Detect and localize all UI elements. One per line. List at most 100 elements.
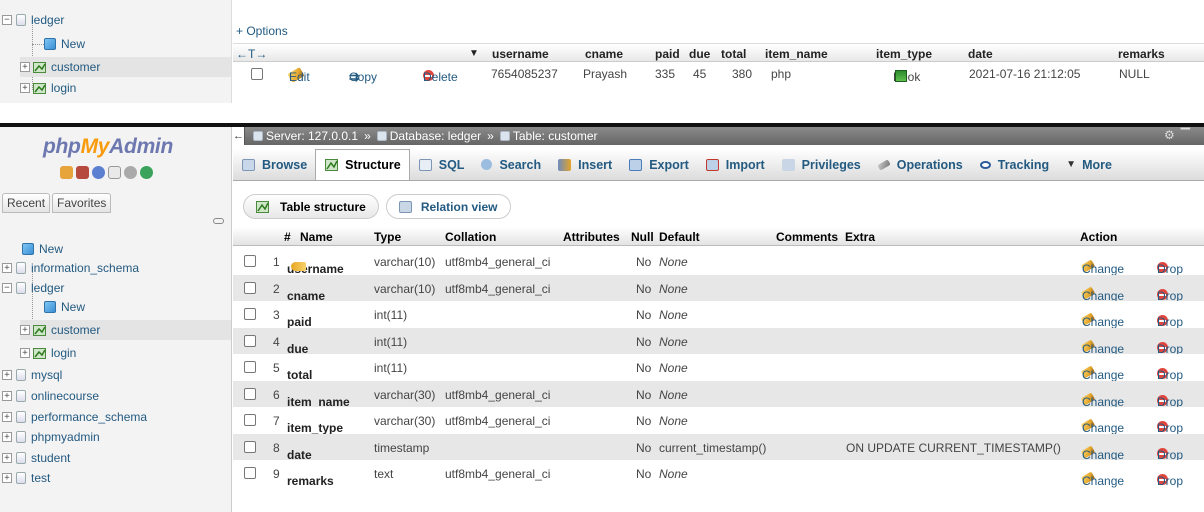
row-checkbox[interactable] <box>251 68 263 80</box>
collapse-nav-button[interactable]: ← <box>233 127 245 145</box>
column-header-item-type[interactable]: item_type <box>876 47 932 61</box>
expand-icon[interactable]: + <box>2 412 12 422</box>
main-content: ← Server: 127.0.0.1 » Database: ledger »… <box>233 127 1204 512</box>
tree-item-login[interactable]: + login <box>20 343 76 363</box>
tree-item-mysql[interactable]: + mysql <box>2 365 62 385</box>
column-header-date[interactable]: date <box>968 47 993 61</box>
breadcrumb-server[interactable]: Server: 127.0.0.1 <box>245 129 358 143</box>
tab-label: Insert <box>578 157 613 172</box>
column-header-due[interactable]: due <box>689 47 710 61</box>
expand-icon[interactable]: + <box>2 473 12 483</box>
row-checkbox[interactable] <box>244 467 256 479</box>
expand-icon[interactable]: + <box>2 370 12 380</box>
docs-icon[interactable] <box>108 166 121 179</box>
tree-item-customer[interactable]: + customer <box>20 320 231 340</box>
column-header-paid[interactable]: paid <box>655 47 680 61</box>
reload-icon[interactable] <box>140 166 153 179</box>
subtab-relation-view[interactable]: Relation view <box>385 194 511 219</box>
cell-remarks: NULL <box>1119 67 1150 81</box>
tree-item-label: test <box>31 471 51 485</box>
tab-structure[interactable]: Structure <box>315 149 410 180</box>
tab-privileges[interactable]: Privileges <box>773 149 869 180</box>
row-checkbox[interactable] <box>244 255 256 267</box>
row-checkbox[interactable] <box>244 308 256 320</box>
expand-icon[interactable]: + <box>20 325 30 335</box>
expand-icon[interactable]: + <box>20 83 30 93</box>
cell-total: 380 <box>732 67 753 81</box>
header-collation: Collation <box>445 230 497 244</box>
header-null: Null <box>631 230 654 244</box>
row-checkbox[interactable] <box>244 387 256 400</box>
tab-recent[interactable]: Recent <box>2 193 51 213</box>
expand-icon[interactable]: + <box>2 432 12 442</box>
row-checkbox[interactable] <box>244 334 256 347</box>
row-checkbox[interactable] <box>244 281 256 294</box>
breadcrumb-table[interactable]: Table: customer <box>498 129 598 143</box>
field-name: remarks <box>287 474 334 488</box>
database-icon <box>16 262 26 274</box>
column-arrows[interactable]: ←T→ <box>236 47 267 61</box>
logout-icon[interactable] <box>76 166 89 179</box>
tab-tracking[interactable]: Tracking <box>971 149 1057 180</box>
tab-export[interactable]: Export <box>620 149 697 180</box>
tree-item-new[interactable]: New <box>22 239 63 259</box>
tree-item-phpmyadmin[interactable]: + phpmyadmin <box>2 427 100 447</box>
row-checkbox[interactable] <box>244 361 256 373</box>
expand-icon[interactable]: + <box>2 391 12 401</box>
primary-key-icon <box>291 262 306 271</box>
sort-dropdown-icon[interactable]: ▼ <box>469 48 479 59</box>
expand-icon[interactable]: + <box>20 62 30 72</box>
expand-icon[interactable]: + <box>20 348 30 358</box>
tree-item-ledger[interactable]: − ledger <box>2 10 231 30</box>
tab-insert[interactable]: Insert <box>549 149 620 180</box>
cell-null: No <box>636 440 652 455</box>
column-header-total[interactable]: total <box>721 47 746 61</box>
tree-item-login[interactable]: + login <box>20 78 76 98</box>
row-checkbox[interactable] <box>244 440 256 453</box>
tree-item-performance-schema[interactable]: + performance_schema <box>2 407 147 427</box>
tree-item-test[interactable]: + test <box>2 468 50 488</box>
subtab-table-structure[interactable]: Table structure <box>243 194 379 219</box>
column-header-cname[interactable]: cname <box>585 47 623 61</box>
tab-operations[interactable]: Operations <box>869 149 971 180</box>
column-header-username[interactable]: username <box>492 47 549 61</box>
delete-label: Delete <box>423 70 458 84</box>
breadcrumb-database[interactable]: Database: ledger <box>375 129 481 143</box>
tree-item-ledger[interactable]: − ledger <box>2 278 64 298</box>
options-link[interactable]: + Options <box>236 24 288 38</box>
tab-favorites[interactable]: Favorites <box>52 193 112 213</box>
expand-icon[interactable]: + <box>2 453 12 463</box>
tab-search[interactable]: Search <box>472 149 549 180</box>
tab-label: Privileges <box>801 157 861 172</box>
tab-more[interactable]: ▼ More <box>1057 149 1120 180</box>
settings-icon[interactable] <box>124 166 137 179</box>
tab-import[interactable]: Import <box>697 149 773 180</box>
tree-item-new[interactable]: New <box>44 34 85 54</box>
tree-item-information-schema[interactable]: + information_schema <box>2 258 139 278</box>
row-checkbox[interactable] <box>244 414 256 426</box>
cell-null: No <box>636 334 652 349</box>
tab-sql[interactable]: SQL <box>410 149 473 180</box>
help-icon[interactable] <box>92 166 105 179</box>
expand-icon[interactable]: + <box>2 263 12 273</box>
tree-item-onlinecourse[interactable]: + onlinecourse <box>2 386 99 406</box>
table-row: 8 date timestamp No current_timestamp() ON UP… <box>233 433 1204 462</box>
tree-item-student[interactable]: + student <box>2 448 70 468</box>
home-icon[interactable] <box>60 166 73 179</box>
column-header-remarks[interactable]: remarks <box>1118 47 1165 61</box>
table-icon <box>33 347 46 359</box>
tree-item-new-table[interactable]: New <box>44 297 85 317</box>
column-header-item-name[interactable]: item_name <box>765 47 828 61</box>
collapse-icon[interactable]: − <box>2 15 12 25</box>
blob-icon[interactable] <box>895 70 907 82</box>
settings-collapse-icons[interactable]: ⚙▔ <box>1164 128 1196 142</box>
phpmyadmin-logo[interactable]: phpMyAdmin <box>43 135 173 159</box>
link-icon[interactable] <box>213 218 224 224</box>
cell-type: int(11) <box>374 361 408 375</box>
tab-browse[interactable]: Browse <box>233 149 315 180</box>
tree-item-customer[interactable]: + customer <box>20 57 231 77</box>
tree-item-label: login <box>51 81 77 95</box>
cell-type: varchar(30) <box>374 387 436 402</box>
collapse-icon[interactable]: − <box>2 283 12 293</box>
header-action: Action <box>1080 230 1118 244</box>
